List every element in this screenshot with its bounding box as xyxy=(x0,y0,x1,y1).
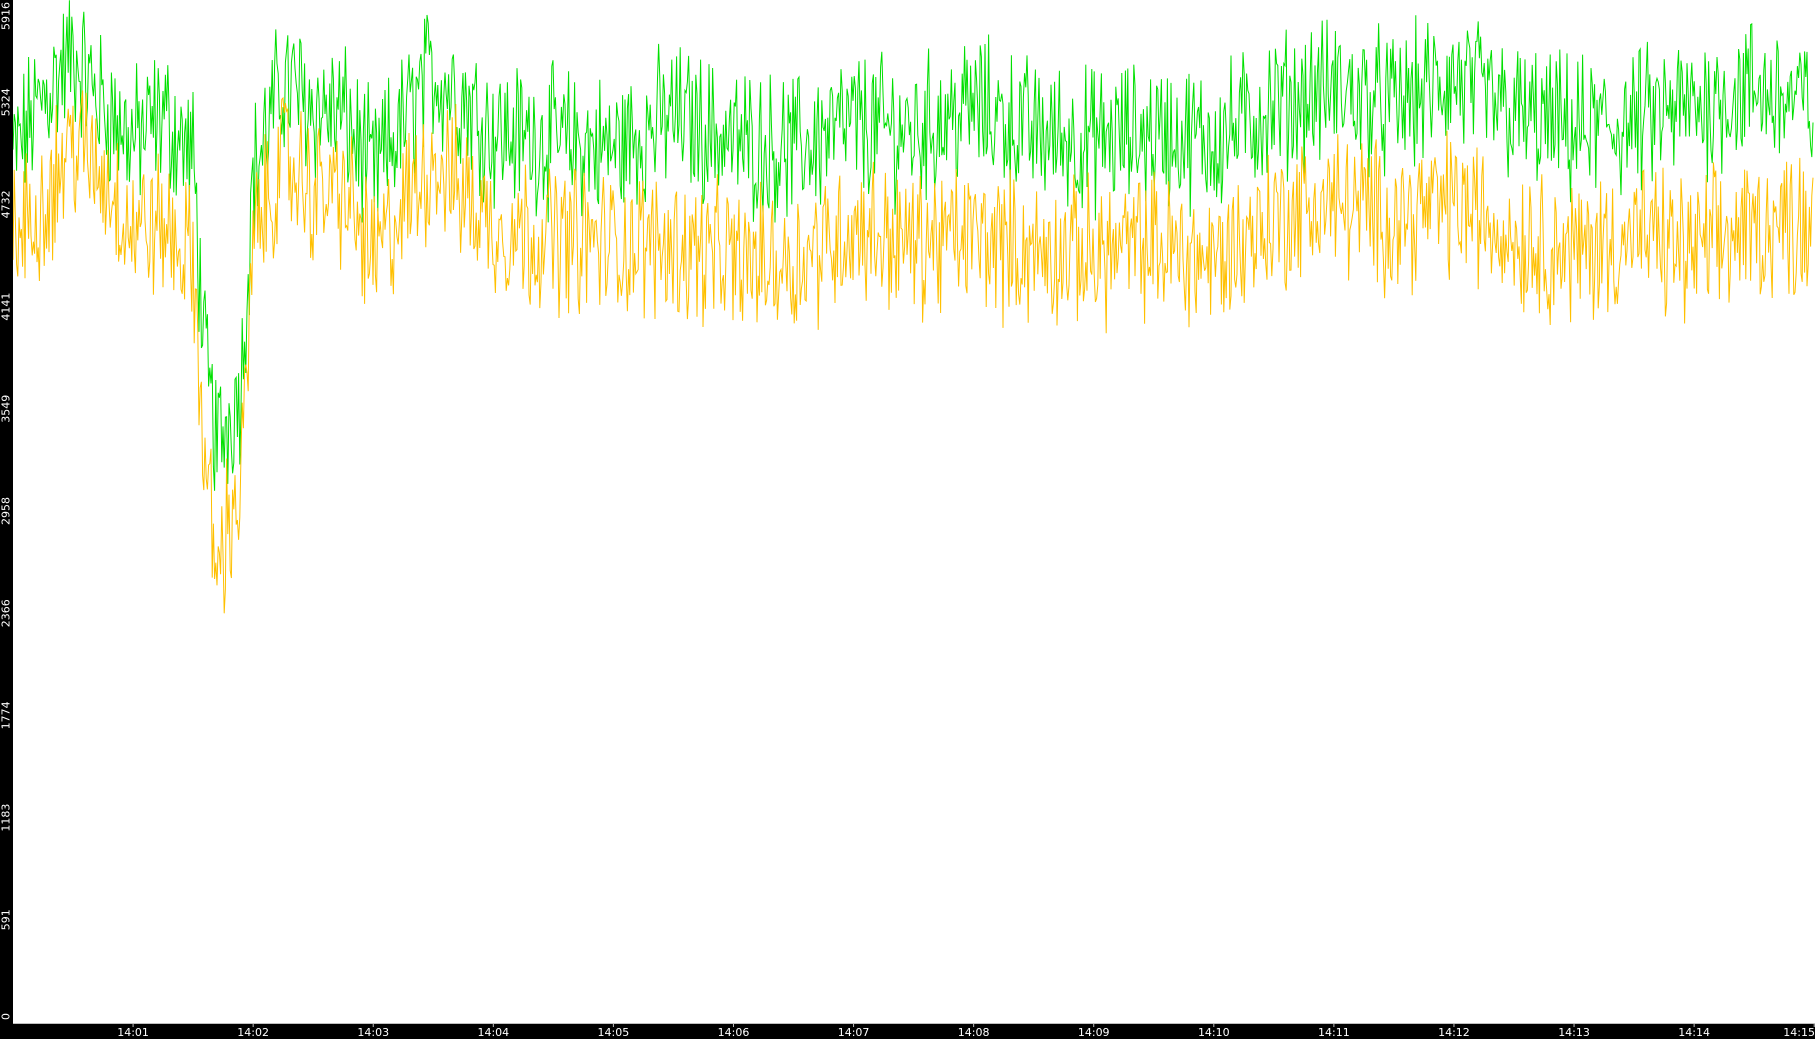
y-tick-label: 5916 xyxy=(0,2,13,30)
x-tick-label: 14:05 xyxy=(598,1026,630,1039)
x-tick-label: 14:06 xyxy=(718,1026,750,1039)
y-tick-label: 0 xyxy=(0,1013,13,1020)
x-tick-label: 14:14 xyxy=(1678,1026,1710,1039)
x-tick-label: 14:04 xyxy=(477,1026,509,1039)
y-tick-label: 2958 xyxy=(0,497,13,525)
y-tick-label: 1183 xyxy=(0,804,13,832)
x-tick-label: 14:01 xyxy=(117,1026,149,1039)
x-tick-labels: 14:01 14:02 14:03 14:04 14:05 14:06 14:07 14:08… xyxy=(117,1023,1815,1039)
x-tick-label: 14:15 xyxy=(1783,1026,1815,1039)
y-tick-label: 5324 xyxy=(0,88,13,116)
y-tick-label: 2366 xyxy=(0,599,13,627)
x-tick-label: 14:02 xyxy=(237,1026,269,1039)
x-axis-bar xyxy=(0,1024,1815,1039)
x-tick-label: 14:10 xyxy=(1198,1026,1230,1039)
y-tick-label: 4141 xyxy=(0,293,13,321)
y-tick-label: 4732 xyxy=(0,190,13,218)
x-tick-label: 14:03 xyxy=(357,1026,389,1039)
x-tick-label: 14:11 xyxy=(1318,1026,1350,1039)
plot-background xyxy=(0,0,1815,1039)
chart: 0 591 1183 1774 2366 2958 3549 4141 4732 5324 5916… xyxy=(0,0,1815,1039)
x-tick-label: 14:09 xyxy=(1078,1026,1110,1039)
x-tick-label: 14:12 xyxy=(1438,1026,1470,1039)
y-tick-label: 1774 xyxy=(0,701,13,729)
x-tick-label: 14:08 xyxy=(958,1026,990,1039)
x-tick-label: 14:13 xyxy=(1558,1026,1590,1039)
y-tick-label: 3549 xyxy=(0,395,13,423)
y-tick-label: 591 xyxy=(0,909,13,930)
x-tick-label: 14:07 xyxy=(838,1026,870,1039)
